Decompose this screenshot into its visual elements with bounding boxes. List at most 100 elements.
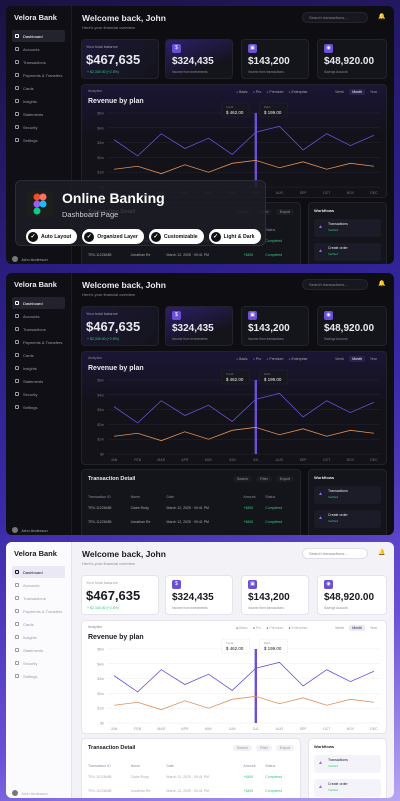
savings-card: ◉ $48,920.00 Savings Account — [317, 39, 387, 79]
series-line-0 — [113, 392, 375, 424]
workflow-item[interactable]: ▲ Transactions Verified — [314, 486, 381, 504]
sidebar-item[interactable]: Statements — [12, 375, 65, 387]
table-cell: Claire Rudy — [130, 506, 149, 510]
table-row[interactable]: TRX-11226485 Jonathan Re March 12, 2025 · … — [88, 515, 296, 529]
workflow-item[interactable]: ▲ Create order Verified — [314, 510, 381, 528]
search-input[interactable]: Search transactions... — [302, 548, 368, 559]
tx-search-input[interactable]: Search — [233, 476, 253, 482]
sidebar-item[interactable]: Accounts — [12, 579, 65, 591]
sidebar-item[interactable]: Accounts — [12, 310, 65, 322]
x-tick-label: JUL — [253, 727, 259, 731]
sidebar-item-label: Accounts — [23, 582, 40, 588]
workflow-status: Verified — [328, 519, 339, 523]
y-tick-label: $2m — [97, 156, 104, 160]
transactions-caption: Income from transactions — [248, 606, 284, 610]
workflow-item[interactable]: ▲ Create order Verified — [314, 243, 381, 261]
sidebar-item[interactable]: Cards — [12, 349, 65, 361]
export-button[interactable]: Export — [275, 209, 294, 215]
bell-icon[interactable]: 🔔 — [378, 13, 386, 21]
sidebar-item[interactable]: Transactions — [12, 56, 65, 68]
nav-icon — [15, 125, 19, 129]
search-input[interactable]: Search transactions... — [302, 12, 368, 23]
bell-icon[interactable]: 🔔 — [378, 280, 386, 288]
sidebar-item[interactable]: Insights — [12, 362, 65, 374]
table-cell: TRX-11226485 — [88, 520, 112, 524]
table-cell: TRX-11226485 — [88, 506, 112, 510]
bell-icon[interactable]: 🔔 — [378, 549, 386, 557]
table-cell: Jonathan Re — [130, 789, 151, 793]
sidebar-item[interactable]: Security — [12, 121, 65, 133]
brand-name: Velora Bank — [14, 13, 57, 22]
workflows-panel: Workflows ▲ Transactions Verified ▲ Create o… — [308, 738, 387, 798]
sidebar-item-label: Dashboard — [23, 569, 43, 575]
user-profile[interactable]: John Anderson — [12, 256, 48, 262]
balance-label: Your total balance — [86, 580, 118, 585]
y-tick-label: $4m — [97, 393, 104, 397]
sidebar-item[interactable]: Settings — [12, 134, 65, 146]
table-row[interactable]: TRX-11226485 Claire Rudy March 12, 2025 · … — [88, 770, 296, 784]
series-line-1 — [113, 159, 375, 175]
table-row[interactable]: TRX-11226485 Jonathan Re March 12, 2025 · … — [88, 248, 296, 262]
sidebar-item-label: Statements — [23, 647, 44, 653]
sidebar-item[interactable]: Transactions — [12, 323, 65, 335]
sidebar-item[interactable]: Payments & Transfers — [12, 605, 65, 617]
nav-icon — [15, 405, 19, 409]
sidebar-item[interactable]: Payments & Transfers — [12, 336, 65, 348]
table-row[interactable]: TRX-11226485 Claire Rudy March 12, 2025 · … — [88, 501, 296, 515]
sidebar: Velora Bank Dashboard Accounts Transaction… — [6, 542, 72, 798]
sidebar-item[interactable]: Payments & Transfers — [12, 69, 65, 81]
promo-subtitle: Dashboard Page — [62, 210, 119, 219]
piggy-icon: ◉ — [324, 580, 333, 589]
savings-card: ◉ $48,920.00 Savings Account — [317, 575, 387, 615]
sidebar-item[interactable]: Insights — [12, 95, 65, 107]
sidebar-item[interactable]: Settings — [12, 670, 65, 682]
workflow-item[interactable]: ▲ Transactions Verified — [314, 219, 381, 237]
sidebar-item[interactable]: Security — [12, 657, 65, 669]
sidebar-item[interactable]: Statements — [12, 108, 65, 120]
sidebar-item[interactable]: Insights — [12, 631, 65, 643]
sidebar-item[interactable]: Transactions — [12, 592, 65, 604]
table-row[interactable]: TRX-11226485 Jonathan Re March 12, 2025 · … — [88, 784, 296, 798]
sidebar-item[interactable]: Accounts — [12, 43, 65, 55]
user-profile[interactable]: John Anderson — [12, 790, 48, 796]
export-button[interactable]: Export — [275, 745, 294, 751]
sidebar-item[interactable]: Cards — [12, 618, 65, 630]
y-tick-label: $5m — [97, 112, 104, 116]
workflow-icon: ▲ — [318, 760, 323, 766]
sidebar-item[interactable]: Dashboard — [12, 297, 65, 309]
sidebar-item[interactable]: Cards — [12, 82, 65, 94]
series-line-1 — [113, 426, 375, 442]
investments-card: $ $324,435 Income from investments — [165, 306, 233, 346]
user-profile[interactable]: John Anderson — [12, 527, 48, 533]
workflow-status: Verified — [328, 764, 339, 768]
page-subtitle: Here's your financial overview — [82, 561, 136, 566]
tx-search-input[interactable]: Search — [233, 745, 253, 751]
filter-button[interactable]: Filter — [256, 745, 272, 751]
sidebar-item[interactable]: Statements — [12, 644, 65, 656]
y-tick-label: $0 — [100, 453, 104, 457]
export-button[interactable]: Export — [275, 476, 294, 482]
balance-label: Your total balance — [86, 44, 118, 49]
sidebar-item[interactable]: Security — [12, 388, 65, 400]
x-tick-label: JAN — [111, 458, 118, 462]
filter-button[interactable]: Filter — [256, 476, 272, 482]
column-header: Amount — [243, 495, 256, 499]
nav-icon — [15, 60, 19, 64]
search-input[interactable]: Search transactions... — [302, 279, 368, 290]
workflow-label: Create order — [328, 513, 348, 517]
user-name: John Anderson — [21, 790, 48, 796]
avatar — [12, 790, 18, 796]
sidebar-item[interactable]: Dashboard — [12, 566, 65, 578]
x-tick-label: OCT — [323, 727, 331, 731]
sidebar-item[interactable]: Dashboard — [12, 30, 65, 42]
y-tick-label: $4m — [97, 662, 104, 666]
user-name: John Anderson — [21, 527, 48, 533]
workflows-title: Workflows — [314, 208, 335, 213]
workflow-item[interactable]: ▲ Create order Verified — [314, 779, 381, 797]
investments-value: $324,435 — [172, 592, 214, 603]
sidebar-item-label: Accounts — [23, 313, 40, 319]
sidebar-item[interactable]: Settings — [12, 401, 65, 413]
sidebar-item-label: Statements — [23, 111, 44, 117]
workflow-item[interactable]: ▲ Transactions Verified — [314, 755, 381, 773]
y-tick-label: $3m — [97, 677, 104, 681]
